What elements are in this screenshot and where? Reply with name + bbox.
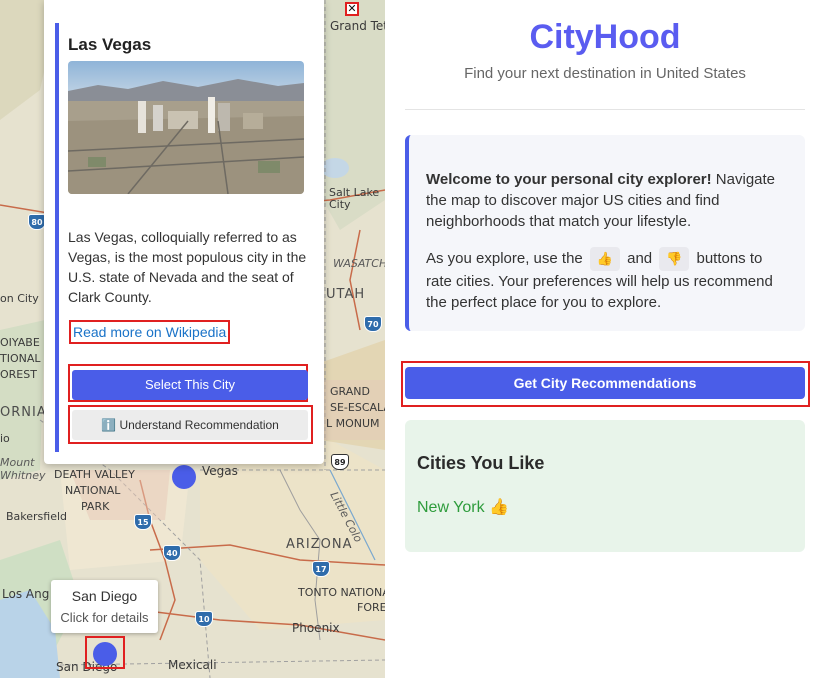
- map-label-toiyabe: OIYABE: [0, 336, 40, 349]
- map-label-vegas: Vegas: [202, 464, 238, 478]
- map-label-california-fragment: ORNIA: [0, 405, 47, 420]
- map-label-salt-lake-city: Salt Lake City: [329, 186, 380, 212]
- tooltip-subtitle: Click for details: [60, 610, 149, 625]
- map-label-bakersfield: Bakersfield: [6, 510, 68, 523]
- header-divider: [405, 109, 805, 110]
- map-label-whitney: Whitney: [0, 469, 46, 482]
- welcome-text-2a: As you explore, use the: [426, 249, 587, 267]
- map-label-mexicali: Mexicali: [168, 658, 217, 672]
- popup-content: Las Vegas Las Vegas, colloquially referr…: [55, 23, 313, 452]
- popup-description: Las Vegas, colloquially referred to as V…: [68, 229, 307, 305]
- app-title: CityHood: [529, 18, 681, 56]
- tooltip-title: San Diego: [71, 588, 138, 604]
- select-city-button[interactable]: Select This City: [72, 370, 308, 400]
- interstate-17-shield: 17: [312, 561, 330, 577]
- welcome-paragraph-2: As you explore, use the 👍 and 👎 buttons …: [426, 247, 789, 313]
- us-89-shield: 89: [331, 454, 349, 470]
- understand-recommendation-button[interactable]: ℹ️ Understand Recommendation: [72, 410, 308, 440]
- map-label-death-valley: DEATH VALLEY: [54, 468, 135, 481]
- welcome-panel: Welcome to your personal city explorer! …: [405, 135, 805, 331]
- city-popup: Las Vegas Las Vegas, colloquially referr…: [44, 0, 359, 464]
- wikipedia-link[interactable]: Read more on Wikipedia: [69, 320, 231, 344]
- map-label-national-2: TIONAL: [0, 352, 41, 365]
- map-label-fragment-io: io: [0, 432, 10, 445]
- san-diego-marker[interactable]: [93, 642, 117, 666]
- interstate-10-shield: 10: [195, 611, 213, 627]
- map-label-monument: L MONUM: [326, 417, 380, 430]
- thumbs-up-icon: 👍: [489, 499, 509, 516]
- map-label-grand-teton: Grand Teton: [330, 19, 385, 33]
- info-icon: ℹ️: [101, 418, 117, 432]
- liked-city-name: New York: [417, 499, 485, 516]
- map-label-los-angeles: Los Ang: [2, 587, 50, 601]
- san-diego-marker-highlight: [85, 636, 125, 669]
- map-label-forest: FORE: [357, 601, 385, 614]
- recommend-highlight: Get City Recommendations: [401, 361, 810, 407]
- map-label-tonto: TONTO NATIONA: [298, 586, 385, 599]
- understand-highlight: ℹ️ Understand Recommendation: [68, 405, 313, 444]
- map-label-park: PARK: [81, 500, 110, 513]
- liked-cities-title: Cities You Like: [417, 453, 545, 473]
- map-label-national: NATIONAL: [65, 484, 121, 497]
- popup-title: Las Vegas: [68, 35, 152, 54]
- understand-label: Understand Recommendation: [119, 418, 279, 432]
- map-label-escalante: SE-ESCALANT: [330, 401, 385, 414]
- app-tagline: Find your next destination in United Sta…: [464, 65, 746, 82]
- map-label-carson-city-fragment: on City: [0, 292, 39, 305]
- welcome-heading: Welcome to your personal city explorer!: [426, 171, 712, 188]
- select-city-highlight: Select This City: [68, 364, 308, 402]
- thumbs-down-icon: 👎: [659, 247, 690, 271]
- welcome-paragraph-1: Welcome to your personal city explorer! …: [426, 169, 789, 232]
- map-label-mount: Mount: [0, 456, 35, 469]
- map-label-forest-2: OREST: [0, 368, 37, 381]
- get-recommendations-button[interactable]: Get City Recommendations: [405, 367, 805, 399]
- sidebar: CityHood Find your next destination in U…: [385, 0, 819, 678]
- app-root: Grand Teton Salt Lake City WASATCH UTAH …: [0, 0, 819, 678]
- map-label-utah: UTAH: [326, 287, 366, 302]
- liked-cities-panel: Cities You Like New York 👍: [405, 420, 805, 552]
- city-photo-image: [68, 61, 304, 194]
- thumbs-up-icon: 👍: [589, 247, 620, 271]
- map-panel[interactable]: Grand Teton Salt Lake City WASATCH UTAH …: [0, 0, 385, 678]
- map-label-wasatch: WASATCH: [333, 257, 385, 270]
- welcome-text-2b: and: [622, 249, 657, 267]
- liked-city-item[interactable]: New York 👍: [417, 497, 509, 517]
- close-icon[interactable]: ✕: [345, 2, 359, 16]
- san-diego-tooltip: San Diego Click for details: [51, 580, 158, 633]
- map-label-phoenix: Phoenix: [292, 621, 340, 635]
- interstate-15-shield: 15: [134, 514, 152, 530]
- interstate-40-shield: 40: [163, 545, 181, 561]
- interstate-70-shield: 70: [364, 316, 382, 332]
- map-label-grand: GRAND: [330, 385, 370, 398]
- las-vegas-marker[interactable]: [172, 465, 196, 489]
- city-photo: [68, 61, 304, 194]
- map-label-arizona: ARIZONA: [286, 537, 353, 552]
